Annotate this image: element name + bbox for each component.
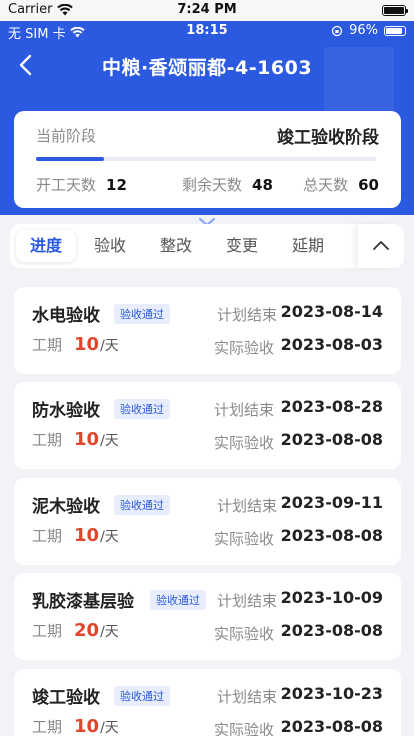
status-badge: 验收通过	[114, 304, 170, 324]
duration-unit: /天	[100, 624, 119, 640]
duration-label: 工期	[32, 718, 63, 736]
current-stage-value: 竣工验收阶段	[277, 128, 379, 148]
item-duration: 工期 10 /天	[32, 525, 119, 546]
duration-value: 10	[74, 429, 100, 450]
actual-label: 实际验收	[214, 339, 275, 357]
simulator-time: 7:24 PM	[177, 2, 237, 17]
item-name: 竣工验收	[32, 688, 100, 708]
duration-value: 10	[74, 525, 100, 546]
duration-unit: /天	[100, 720, 119, 736]
header: 无 SIM 卡 18:15 96% 中粮·香颂丽都-4-1603 当前阶段 竣工…	[0, 21, 414, 227]
status-badge: 验收通过	[114, 399, 170, 419]
tab-rectification[interactable]: 整改	[148, 230, 204, 262]
simulator-status-bar: Carrier 7:24 PM	[0, 0, 414, 21]
item-duration: 工期 20 /天	[32, 620, 119, 641]
actual-value: 2023-08-03	[280, 335, 383, 354]
start-days-label: 开工天数	[36, 176, 97, 194]
actual-value: 2023-08-08	[280, 717, 383, 736]
plan-end-label: 计划结束	[217, 497, 278, 515]
page-title: 中粮·香颂丽都-4-1603	[101, 57, 313, 79]
actual-label: 实际验收	[214, 530, 275, 548]
actual-label: 实际验收	[214, 721, 275, 736]
status-badge: 验收通过	[114, 686, 170, 706]
item-duration: 工期 10 /天	[32, 429, 119, 450]
nav-bar: 中粮·香颂丽都-4-1603	[0, 45, 414, 85]
collapse-tabs-button[interactable]	[358, 224, 404, 268]
battery-icon	[384, 25, 406, 36]
actual-value: 2023-08-08	[280, 526, 383, 545]
duration-value: 10	[74, 716, 100, 736]
item-duration: 工期 10 /天	[32, 334, 119, 355]
device-status-right: 96%	[331, 23, 406, 38]
remaining-days-label: 剩余天数	[182, 176, 243, 194]
duration-label: 工期	[32, 527, 63, 545]
item-name: 水电验收	[32, 306, 100, 326]
actual-value: 2023-08-08	[280, 430, 383, 449]
plan-end-label: 计划结束	[217, 688, 278, 706]
duration-label: 工期	[32, 622, 63, 640]
plan-end-label: 计划结束	[217, 306, 278, 324]
total-days-value: 60	[358, 176, 379, 194]
plan-end-value: 2023-08-14	[280, 302, 383, 321]
remaining-days: 剩余天数 48	[182, 174, 273, 195]
screen-lock-icon	[331, 25, 343, 36]
stage-progress-fill	[36, 157, 104, 161]
plan-end-value: 2023-09-11	[280, 493, 383, 512]
item-name: 泥木验收	[32, 497, 100, 517]
plan-end-value: 2023-10-23	[280, 684, 383, 703]
item-name: 乳胶漆基层验	[32, 592, 134, 612]
total-days-label: 总天数	[303, 176, 349, 194]
remaining-days-value: 48	[252, 176, 273, 194]
duration-label: 工期	[32, 336, 63, 354]
stage-card: 当前阶段 竣工验收阶段 开工天数 12 剩余天数 48 总天数 60	[14, 111, 401, 208]
plan-end-value: 2023-10-09	[280, 588, 383, 607]
battery-percent: 96%	[349, 23, 378, 38]
list-item[interactable]: 防水验收 验收通过 工期 10 /天 计划结束 2023-08-28 实际验收 …	[14, 382, 401, 469]
list-item[interactable]: 竣工验收 验收通过 工期 10 /天 计划结束 2023-10-23 实际验收 …	[14, 669, 401, 736]
tab-extension[interactable]: 延期	[280, 230, 336, 262]
actual-label: 实际验收	[214, 625, 275, 643]
total-days: 总天数 60	[303, 174, 379, 195]
device-status-bar: 无 SIM 卡 18:15 96%	[0, 21, 414, 43]
list-item[interactable]: 泥木验收 验收通过 工期 10 /天 计划结束 2023-09-11 实际验收 …	[14, 478, 401, 565]
actual-value: 2023-08-08	[280, 621, 383, 640]
list-item[interactable]: 乳胶漆基层验 验收通过 工期 20 /天 计划结束 2023-10-09 实际验…	[14, 573, 401, 660]
duration-unit: /天	[100, 338, 119, 354]
duration-unit: /天	[100, 433, 119, 449]
duration-label: 工期	[32, 431, 63, 449]
stage-progress-bar	[36, 157, 376, 161]
duration-unit: /天	[100, 529, 119, 545]
plan-end-label: 计划结束	[214, 401, 275, 419]
plan-end-value: 2023-08-28	[280, 397, 383, 416]
actual-label: 实际验收	[214, 434, 275, 452]
duration-value: 10	[74, 334, 100, 355]
duration-value: 20	[74, 620, 100, 641]
battery-icon	[382, 5, 408, 16]
tab-acceptance[interactable]: 验收	[82, 230, 138, 262]
list-item[interactable]: 水电验收 验收通过 工期 10 /天 计划结束 2023-08-14 实际验收 …	[14, 287, 401, 374]
current-stage-label: 当前阶段	[36, 127, 97, 145]
tab-change[interactable]: 变更	[214, 230, 270, 262]
item-name: 防水验收	[32, 401, 100, 421]
start-days-value: 12	[106, 176, 127, 194]
plan-end-label: 计划结束	[217, 592, 278, 610]
status-badge: 验收通过	[114, 495, 170, 515]
status-badge: 验收通过	[150, 590, 206, 610]
start-days: 开工天数 12	[36, 174, 127, 195]
tab-bar: 进度 验收 整改 变更 延期	[10, 224, 404, 268]
tab-progress[interactable]: 进度	[16, 230, 76, 262]
item-duration: 工期 10 /天	[32, 716, 119, 736]
chevron-up-icon	[373, 241, 389, 250]
